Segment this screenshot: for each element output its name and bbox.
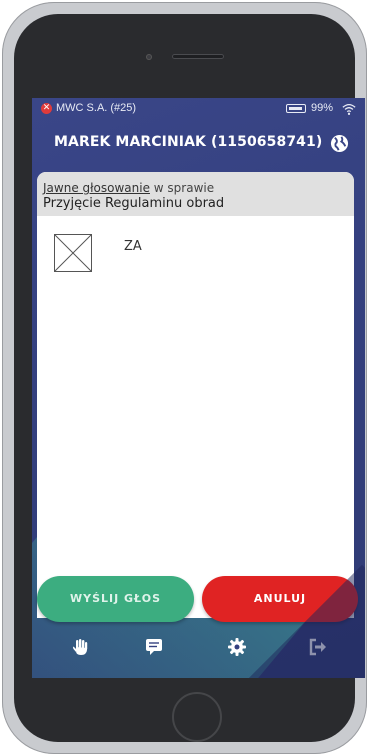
comment-icon[interactable] bbox=[143, 636, 165, 658]
status-bar: ✕ MWC S.A. (#25) 99% bbox=[32, 98, 365, 120]
vote-option-za[interactable]: ZA bbox=[54, 234, 214, 274]
battery-icon bbox=[286, 104, 306, 113]
wifi-icon bbox=[342, 103, 356, 115]
vote-type-line: Jawne głosowanie w sprawie bbox=[43, 181, 214, 195]
battery-percent: 99% bbox=[311, 102, 334, 114]
close-circle-icon: ✕ bbox=[41, 103, 52, 114]
hand-icon[interactable] bbox=[70, 636, 92, 658]
vote-option-label: ZA bbox=[124, 239, 142, 254]
bottom-nav bbox=[32, 626, 365, 668]
vote-type-link[interactable]: Jawne głosowanie bbox=[43, 181, 150, 195]
front-camera bbox=[146, 54, 152, 60]
vote-card-header: Jawne głosowanie w sprawie Przyjęcie Reg… bbox=[37, 172, 354, 216]
app-header: MAREK MARCINIAK (1150658741) bbox=[32, 120, 365, 168]
vote-in-matter: w sprawie bbox=[149, 181, 215, 195]
globe-icon[interactable] bbox=[330, 134, 349, 153]
checked-box-icon[interactable] bbox=[54, 234, 92, 272]
sign-out-icon[interactable] bbox=[307, 636, 329, 658]
app-screen: ✕ MWC S.A. (#25) 99% MAREK MARCINIAK (11… bbox=[32, 98, 365, 678]
cancel-button[interactable]: ANULUJ bbox=[202, 576, 358, 622]
user-title: MAREK MARCINIAK (1150658741) bbox=[54, 134, 323, 150]
send-vote-button[interactable]: WYŚLIJ GŁOS bbox=[37, 576, 194, 622]
vote-card: Jawne głosowanie w sprawie Przyjęcie Reg… bbox=[37, 172, 354, 578]
vote-subject: Przyjęcie Regulaminu obrad bbox=[43, 196, 225, 211]
earpiece-speaker bbox=[172, 54, 224, 59]
home-button[interactable] bbox=[172, 692, 222, 742]
status-app-label: MWC S.A. (#25) bbox=[56, 102, 137, 114]
gear-icon[interactable] bbox=[226, 636, 248, 658]
phone-frame: ✕ MWC S.A. (#25) 99% MAREK MARCINIAK (11… bbox=[2, 2, 367, 754]
